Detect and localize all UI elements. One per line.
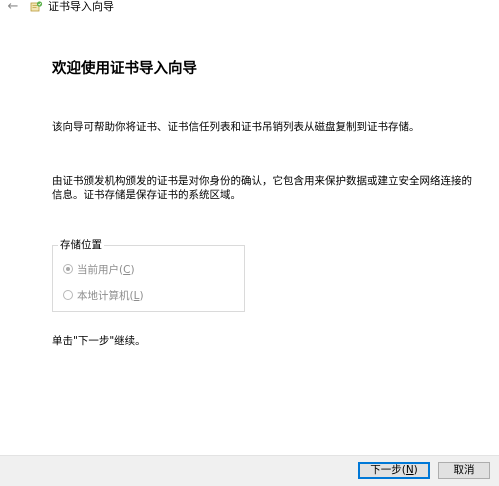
window-title: 证书导入向导	[48, 0, 114, 13]
radio-button-checked[interactable]	[63, 264, 73, 274]
continue-hint: 单击"下一步"继续。	[52, 335, 146, 347]
title-bar: ← 证书导入向导	[0, 0, 499, 16]
next-button[interactable]: 下一步(N)	[358, 462, 430, 479]
cancel-button[interactable]: 取消	[438, 462, 490, 479]
certificate-wizard-icon	[30, 1, 43, 12]
radio-local-machine[interactable]: 本地计算机(L)	[63, 288, 144, 302]
intro-text: 该向导可帮助你将证书、证书信任列表和证书吊销列表从磁盘复制到证书存储。	[52, 121, 420, 133]
description-text: 由证书颁发机构颁发的证书是对你身份的确认，它包含用来保护数据或建立安全网络连接的…	[52, 175, 472, 201]
page-heading: 欢迎使用证书导入向导	[52, 61, 197, 77]
certificate-import-wizard-window: ← 证书导入向导 欢迎使用证书导入向导 该向导可帮助你将证书、证书信任列表和证书…	[0, 0, 499, 486]
back-arrow-icon[interactable]: ←	[6, 0, 20, 14]
radio-button-unchecked[interactable]	[63, 290, 73, 300]
radio-current-user-label: 当前用户(C)	[77, 263, 135, 276]
radio-local-machine-label: 本地计算机(L)	[77, 289, 144, 302]
store-location-legend: 存储位置	[58, 239, 104, 251]
radio-current-user[interactable]: 当前用户(C)	[63, 262, 135, 276]
